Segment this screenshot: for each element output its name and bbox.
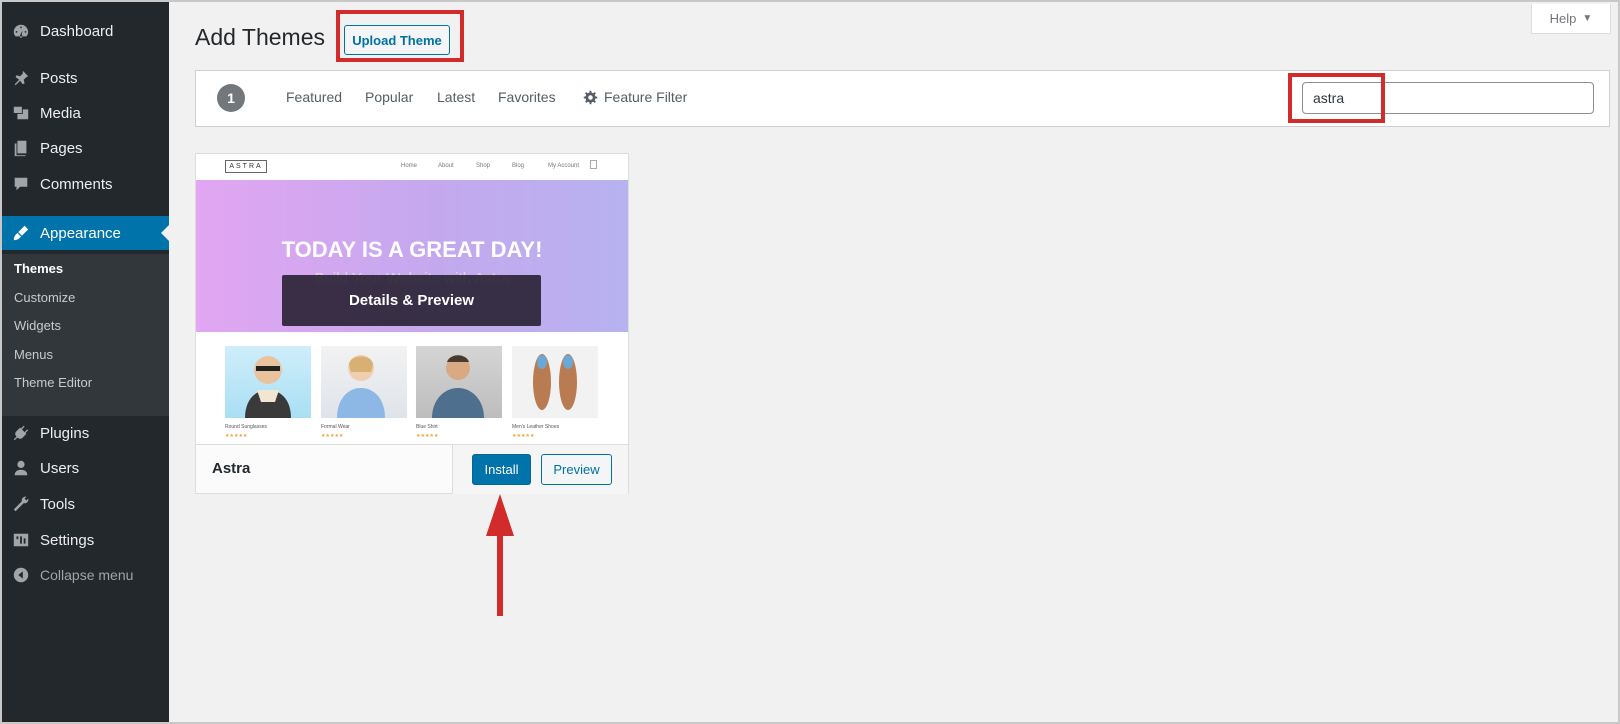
details-preview-button[interactable]: Details & Preview bbox=[282, 275, 541, 326]
sidebar-item-dashboard[interactable]: Dashboard bbox=[2, 14, 169, 48]
woman-sunglasses-image bbox=[245, 356, 291, 418]
screenshot-nav-link: My Account bbox=[548, 163, 580, 169]
sidebar-item-label: Tools bbox=[40, 495, 76, 513]
screenshot-hero-title: TODAY IS A GREAT DAY! bbox=[281, 237, 543, 262]
submenu-item-theme-editor[interactable]: Theme Editor bbox=[14, 375, 92, 390]
filter-link-favorites[interactable]: Favorites bbox=[498, 89, 556, 105]
product-name: Blue Shirt bbox=[416, 424, 438, 430]
product-image bbox=[225, 346, 311, 418]
collapse-icon bbox=[2, 566, 40, 584]
media-icon bbox=[2, 104, 40, 122]
product-stars: ★★★★★ bbox=[416, 433, 439, 439]
submenu-item-menus[interactable]: Menus bbox=[14, 347, 53, 362]
wrench-icon bbox=[2, 495, 40, 513]
sidebar-item-pages[interactable]: Pages bbox=[2, 131, 169, 165]
appearance-submenu: Themes Customize Widgets Menus Theme Edi… bbox=[2, 254, 169, 416]
screenshot-nav-link: Blog bbox=[512, 163, 525, 169]
woman-formal-image bbox=[337, 355, 385, 418]
theme-name: Astra bbox=[212, 460, 251, 477]
sidebar-item-label: Plugins bbox=[40, 424, 90, 442]
product-stars: ★★★★★ bbox=[225, 433, 248, 439]
sidebar-item-media[interactable]: Media bbox=[2, 96, 169, 130]
sidebar-item-appearance[interactable]: Appearance bbox=[2, 216, 169, 250]
user-icon bbox=[2, 459, 40, 477]
theme-card-footer: Astra Install Preview bbox=[196, 444, 628, 494]
admin-sidebar: Dashboard Posts Media Pages Comments App… bbox=[2, 2, 169, 722]
man-blue-shirt-image bbox=[432, 355, 484, 418]
feature-filter-label: Feature Filter bbox=[604, 89, 688, 105]
sidebar-item-label: Comments bbox=[40, 175, 113, 193]
sidebar-item-label: Pages bbox=[40, 139, 83, 157]
plugin-icon bbox=[2, 424, 40, 442]
red-arrow-up-icon bbox=[486, 494, 514, 616]
sidebar-item-settings[interactable]: Settings bbox=[2, 523, 169, 557]
theme-screenshot[interactable]: ASTRA Home About Shop Blog My Account TO… bbox=[196, 154, 628, 444]
upload-theme-button[interactable]: Upload Theme bbox=[344, 25, 450, 55]
wp-admin-window: Dashboard Posts Media Pages Comments App… bbox=[0, 0, 1620, 724]
sidebar-item-label: Appearance bbox=[40, 224, 121, 242]
filter-link-featured[interactable]: Featured bbox=[286, 89, 342, 105]
comment-icon bbox=[2, 175, 40, 193]
brush-icon bbox=[2, 224, 40, 242]
filter-link-latest[interactable]: Latest bbox=[437, 89, 475, 105]
sidebar-item-label: Settings bbox=[40, 531, 95, 549]
product-name: Men's Leather Shoes bbox=[512, 424, 560, 430]
product-image bbox=[416, 346, 502, 418]
cart-icon bbox=[590, 160, 597, 169]
feature-filter-button[interactable]: Feature Filter bbox=[583, 89, 687, 105]
preview-button[interactable]: Preview bbox=[541, 454, 612, 485]
sidebar-item-tools[interactable]: Tools bbox=[2, 487, 169, 521]
screenshot-nav: ASTRA Home About Shop Blog My Account bbox=[196, 154, 628, 180]
submenu-item-themes[interactable]: Themes bbox=[14, 261, 63, 276]
product-name: Formal Wear bbox=[321, 424, 350, 430]
dashboard-icon bbox=[2, 22, 40, 40]
sidebar-item-label: Media bbox=[40, 104, 81, 122]
sidebar-item-users[interactable]: Users bbox=[2, 451, 169, 485]
settings-icon bbox=[2, 531, 40, 549]
help-label: Help bbox=[1549, 11, 1577, 26]
pages-icon bbox=[2, 139, 40, 157]
screenshot-nav-link: Shop bbox=[476, 163, 491, 169]
theme-card[interactable]: ASTRA Home About Shop Blog My Account TO… bbox=[195, 153, 629, 494]
screenshot-logo: ASTRA bbox=[225, 160, 267, 173]
sidebar-item-plugins[interactable]: Plugins bbox=[2, 416, 169, 450]
submenu-item-widgets[interactable]: Widgets bbox=[14, 318, 61, 333]
sidebar-item-posts[interactable]: Posts bbox=[2, 61, 169, 95]
screenshot-nav-link: About bbox=[438, 163, 454, 169]
theme-filter-bar: 1 Featured Popular Latest Favorites Feat… bbox=[195, 70, 1610, 127]
product-stars: ★★★★★ bbox=[512, 433, 535, 439]
pin-icon bbox=[2, 69, 40, 87]
sidebar-item-comments[interactable]: Comments bbox=[2, 167, 169, 201]
help-tab-button[interactable]: Help ▼ bbox=[1531, 4, 1611, 34]
theme-actions: Install Preview bbox=[452, 445, 628, 494]
product-image bbox=[321, 346, 407, 418]
theme-search-input[interactable] bbox=[1302, 82, 1594, 114]
install-button[interactable]: Install bbox=[472, 454, 531, 485]
page-title: Add Themes bbox=[195, 24, 325, 50]
sidebar-item-label: Posts bbox=[40, 69, 78, 87]
product-name: Round Sunglasses bbox=[225, 424, 267, 430]
filter-link-popular[interactable]: Popular bbox=[365, 89, 413, 105]
sidebar-item-label: Users bbox=[40, 459, 80, 477]
leather-shoes-image bbox=[533, 354, 577, 410]
sidebar-item-label: Collapse menu bbox=[40, 567, 134, 583]
screenshot-nav-link: Home bbox=[401, 163, 418, 169]
theme-count-badge: 1 bbox=[217, 84, 245, 112]
product-image bbox=[512, 346, 598, 418]
collapse-menu-button[interactable]: Collapse menu bbox=[2, 558, 169, 592]
product-stars: ★★★★★ bbox=[321, 433, 344, 439]
gear-icon bbox=[583, 90, 598, 104]
submenu-item-customize[interactable]: Customize bbox=[14, 290, 75, 305]
caret-down-icon: ▼ bbox=[1582, 13, 1593, 24]
sidebar-item-label: Dashboard bbox=[40, 22, 114, 40]
